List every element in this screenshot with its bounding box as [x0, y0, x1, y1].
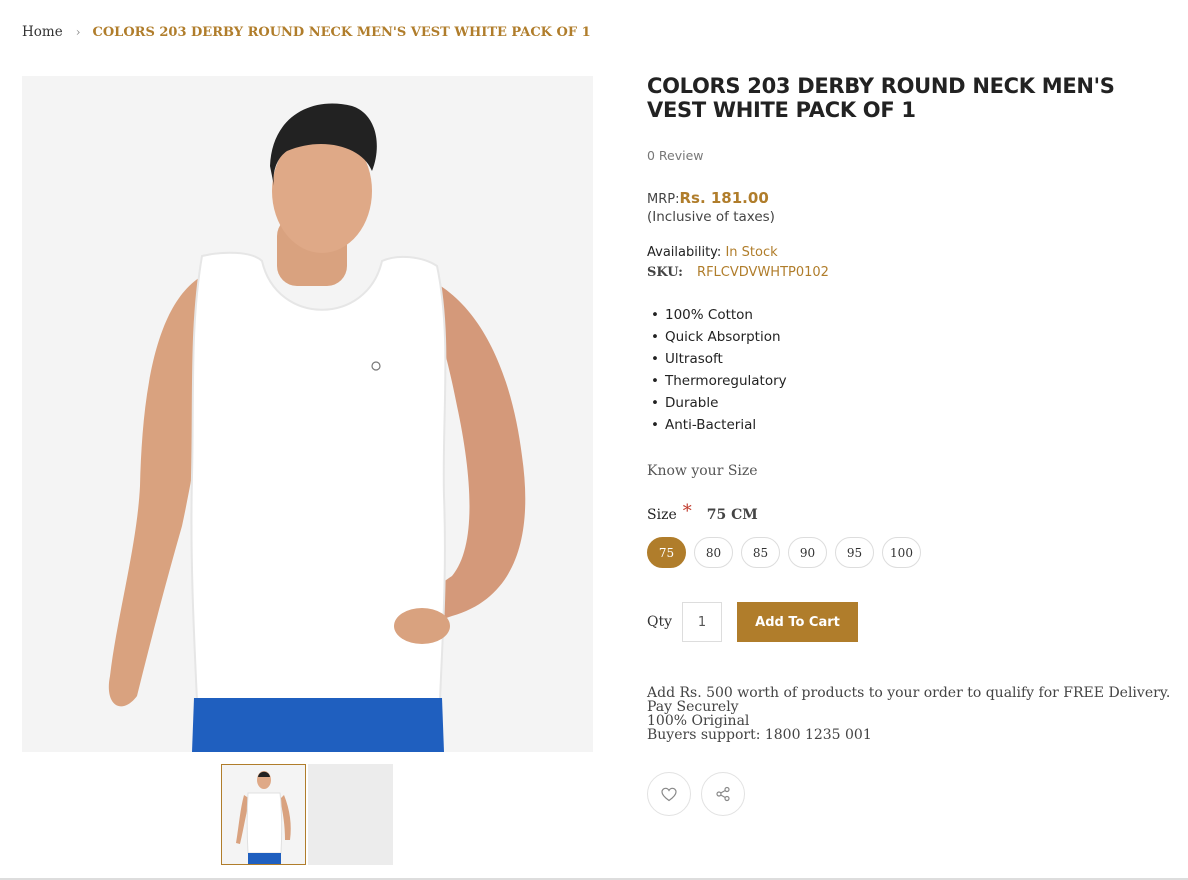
required-asterisk: *	[682, 501, 692, 522]
size-label: Size	[647, 506, 677, 523]
availability-label: Availability:	[647, 245, 722, 260]
product-title: COLORS 203 DERBY ROUND NECK MEN'S VEST W…	[647, 74, 1115, 122]
know-your-size-link[interactable]: Know your Size	[647, 463, 1177, 479]
size-option-85[interactable]: 85	[741, 537, 780, 568]
qty-label: Qty	[647, 614, 673, 630]
availability: Availability: In Stock	[647, 245, 1177, 260]
share-icon	[716, 786, 730, 802]
breadcrumb: Home › COLORS 203 DERBY ROUND NECK MEN'S…	[22, 24, 591, 40]
availability-value: In Stock	[725, 245, 778, 260]
price-row: MRP:Rs. 181.00	[647, 189, 1177, 207]
thumbnail-photo	[222, 765, 305, 864]
size-option-100[interactable]: 100	[882, 537, 921, 568]
product-actions	[647, 772, 1177, 816]
product-price: Rs. 181.00	[679, 189, 769, 207]
size-option-90[interactable]: 90	[788, 537, 827, 568]
sku: SKU: RFLCVDVWHTP0102	[647, 265, 1177, 280]
breadcrumb-current: COLORS 203 DERBY ROUND NECK MEN'S VEST W…	[92, 24, 591, 40]
size-option-95[interactable]: 95	[835, 537, 874, 568]
chevron-right-icon: ›	[75, 25, 81, 39]
selected-size: 75 CM	[706, 506, 758, 523]
cart-row: Qty Add To Cart	[647, 602, 1177, 642]
feature-item: Quick Absorption	[647, 326, 1177, 348]
size-option-80[interactable]: 80	[694, 537, 733, 568]
feature-item: Ultrasoft	[647, 348, 1177, 370]
wishlist-button[interactable]	[647, 772, 691, 816]
original-note: 100% Original	[647, 713, 750, 729]
review-count-link[interactable]: 0 Review	[647, 148, 1177, 163]
share-button[interactable]	[701, 772, 745, 816]
size-header: Size * 75 CM	[647, 501, 1177, 525]
add-to-cart-button[interactable]: Add To Cart	[737, 602, 859, 642]
sku-value: RFLCVDVWHTP0102	[697, 265, 829, 280]
size-option-75[interactable]: 75	[647, 537, 686, 568]
quantity-input[interactable]	[682, 602, 723, 642]
thumbnail-1[interactable]	[221, 764, 306, 865]
feature-item: Thermoregulatory	[647, 370, 1177, 392]
sku-label: SKU:	[647, 265, 683, 280]
delivery-note: Add Rs. 500 worth of products to your or…	[647, 685, 1171, 701]
size-options: 75 80 85 90 95 100	[647, 537, 1177, 568]
product-photo-illustration	[22, 76, 593, 752]
feature-item: Anti-Bacterial	[647, 414, 1177, 436]
heart-icon	[661, 787, 677, 801]
mrp-label: MRP:	[647, 192, 680, 207]
support-note: Buyers support: 1800 1235 001	[647, 727, 872, 743]
thumbnail-2[interactable]	[308, 764, 393, 865]
tax-note: (Inclusive of taxes)	[647, 209, 775, 225]
feature-list: 100% Cotton Quick Absorption Ultrasoft T…	[647, 304, 1177, 436]
feature-item: Durable	[647, 392, 1177, 414]
product-info: COLORS 203 DERBY ROUND NECK MEN'S VEST W…	[647, 74, 1177, 816]
purchase-notes: Add Rs. 500 worth of products to your or…	[647, 686, 1177, 742]
secure-note: Pay Securely	[647, 699, 739, 715]
breadcrumb-home-link[interactable]: Home	[22, 24, 63, 40]
thumbnail-gallery	[221, 764, 393, 865]
feature-item: 100% Cotton	[647, 304, 1177, 326]
product-main-image[interactable]	[22, 76, 593, 752]
